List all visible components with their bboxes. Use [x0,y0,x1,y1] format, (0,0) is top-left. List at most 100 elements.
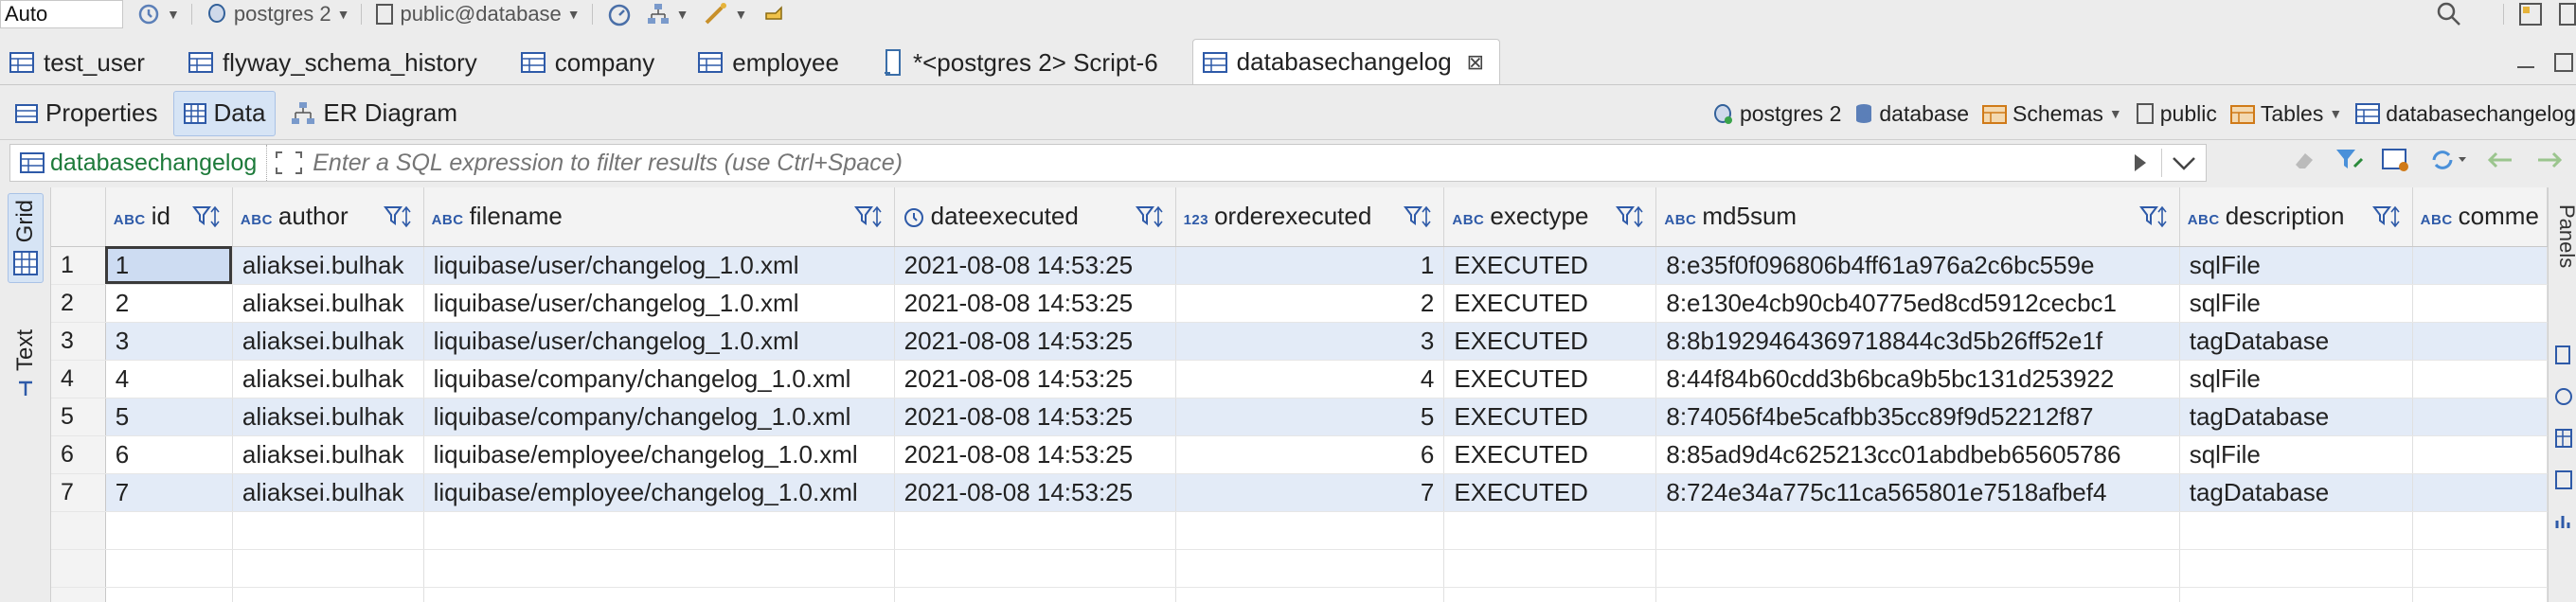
table-row[interactable]: 2 2 aliaksei.bulhak liquibase/user/chang… [51,284,2548,323]
cell-id[interactable]: 3 [105,322,233,361]
cell-author[interactable]: aliaksei.bulhak [232,322,424,361]
table-icon[interactable] [2554,469,2573,490]
tab-properties[interactable]: Properties [6,91,168,136]
minimize-icon[interactable] [2513,50,2538,75]
cell-filename[interactable]: liquibase/company/changelog_1.0.xml [423,398,895,436]
table-row[interactable]: 6 6 aliaksei.bulhak liquibase/employee/c… [51,435,2548,474]
cell-description[interactable]: tagDatabase [2179,398,2413,436]
cell-filename[interactable]: liquibase/user/changelog_1.0.xml [423,284,895,323]
filter-sort-icon[interactable] [853,204,886,229]
grid-icon[interactable] [2554,428,2573,449]
cell-md5sum[interactable]: 8:85ad9d4c625213cc01abdbeb65605786 [1655,435,2180,474]
breadcrumb-table[interactable]: databasechangelog [2355,101,2576,127]
arrow-right-icon[interactable] [2532,146,2567,174]
cell-md5sum[interactable]: 8:44f84b60cdd3b6bca9b5bc131d253922 [1655,360,2180,398]
column-header-filename[interactable]: ABC filename [423,187,895,247]
tab-grid[interactable]: Grid [8,193,44,284]
column-header-comments[interactable]: ABC comme [2412,187,2548,247]
cell-author[interactable]: aliaksei.bulhak [232,435,424,474]
cell-filename[interactable]: liquibase/company/changelog_1.0.xml [423,360,895,398]
filter-sort-icon[interactable] [1135,204,1168,229]
tab-company[interactable]: company [511,41,671,84]
cell-md5sum[interactable]: 8:e130e4cb90cb40775ed8cd5912cecbc1 [1655,284,2180,323]
cell-id[interactable]: 2 [105,284,233,323]
breadcrumb-connection[interactable]: postgres 2 [1711,101,1841,127]
tab-employee[interactable]: employee [689,41,854,84]
tab-test-user[interactable]: test_user [0,41,160,84]
cell-comments[interactable] [2412,435,2548,474]
cell-md5sum[interactable]: 8:74056f4be5cafbb35cc89f9d52212f87 [1655,398,2180,436]
cell-orderexecuted[interactable]: 1 [1175,246,1445,285]
cell-author[interactable]: aliaksei.bulhak [232,360,424,398]
panels-label[interactable]: Panels [2554,204,2576,268]
cell-dateexecuted[interactable]: 2021-08-08 14:53:25 [894,284,1176,323]
cell-description[interactable]: sqlFile [2179,360,2413,398]
cell-filename[interactable]: liquibase/employee/changelog_1.0.xml [423,435,895,474]
cell-filename[interactable]: liquibase/user/changelog_1.0.xml [423,246,895,285]
cell-comments[interactable] [2412,284,2548,323]
cell-comments[interactable] [2412,246,2548,285]
cell-exectype[interactable]: EXECUTED [1443,435,1657,474]
tab-er-diagram[interactable]: ER Diagram [281,91,467,136]
cell-description[interactable]: sqlFile [2179,435,2413,474]
cell-description[interactable]: sqlFile [2179,284,2413,323]
filter-sort-icon[interactable] [383,204,416,229]
cell-description[interactable]: sqlFile [2179,246,2413,285]
table-row[interactable]: 7 7 aliaksei.bulhak liquibase/employee/c… [51,473,2548,512]
cell-exectype[interactable]: EXECUTED [1443,284,1657,323]
filter-input[interactable] [305,145,2129,181]
filter-config-icon[interactable] [2334,146,2366,174]
tab-flyway-schema-history[interactable]: flyway_schema_history [179,41,492,84]
cell-exectype[interactable]: EXECUTED [1443,360,1657,398]
column-header-dateexecuted[interactable]: dateexecuted [894,187,1176,247]
cell-id[interactable]: 7 [105,473,233,512]
cell-description[interactable]: tagDatabase [2179,322,2413,361]
arrow-left-icon[interactable] [2483,146,2517,174]
filter-sort-icon[interactable] [2371,204,2405,229]
cell-comments[interactable] [2412,322,2548,361]
cell-orderexecuted[interactable]: 2 [1175,284,1445,323]
transaction-mode-select[interactable]: Auto [0,0,123,28]
cell-dateexecuted[interactable]: 2021-08-08 14:53:25 [894,322,1176,361]
active-connection-select[interactable]: postgres 2 ▼ [206,2,349,27]
cell-id[interactable]: 6 [105,435,233,474]
cell-dateexecuted[interactable]: 2021-08-08 14:53:25 [894,246,1176,285]
cell-dateexecuted[interactable]: 2021-08-08 14:53:25 [894,398,1176,436]
transaction-log-button[interactable]: ▼ [646,2,689,27]
column-header-description[interactable]: ABC description [2179,187,2413,247]
cell-exectype[interactable]: EXECUTED [1443,322,1657,361]
cell-filename[interactable]: liquibase/user/changelog_1.0.xml [423,322,895,361]
cell-author[interactable]: aliaksei.bulhak [232,246,424,285]
filter-sort-icon[interactable] [1616,204,1648,229]
database-perspective-icon[interactable] [2557,1,2576,27]
table-row[interactable]: 3 3 aliaksei.bulhak liquibase/user/chang… [51,322,2548,361]
row-number[interactable]: 6 [51,435,106,474]
tab-data[interactable]: Data [172,90,277,136]
table-row[interactable]: 4 4 aliaksei.bulhak liquibase/company/ch… [51,360,2548,398]
column-header-orderexecuted[interactable]: 123 orderexecuted [1175,187,1445,247]
pointer-button[interactable] [760,2,787,27]
chevron-down-icon[interactable] [2168,151,2200,174]
cell-exectype[interactable]: EXECUTED [1443,473,1657,512]
row-number[interactable]: 7 [51,473,106,512]
history-button[interactable]: ▼ [136,2,180,27]
tools-button[interactable]: ▼ [703,2,747,27]
info-icon[interactable] [2554,386,2573,407]
close-icon[interactable]: ⊠ [1467,50,1484,75]
cell-orderexecuted[interactable]: 7 [1175,473,1445,512]
cell-exectype[interactable]: EXECUTED [1443,398,1657,436]
row-number[interactable]: 1 [51,246,106,285]
dashboard-button[interactable] [606,2,633,27]
execute-filter-icon[interactable] [2129,151,2152,174]
cell-id[interactable]: 5 [105,398,233,436]
active-schema-select[interactable]: public@database ▼ [375,2,581,27]
perspective-icon[interactable] [2517,1,2544,27]
cell-dateexecuted[interactable]: 2021-08-08 14:53:25 [894,473,1176,512]
table-row[interactable]: 5 5 aliaksei.bulhak liquibase/company/ch… [51,398,2548,436]
filter-sort-icon[interactable] [2138,204,2172,229]
search-icon[interactable] [2435,0,2463,28]
cell-author[interactable]: aliaksei.bulhak [232,473,424,512]
cell-author[interactable]: aliaksei.bulhak [232,284,424,323]
cell-md5sum[interactable]: 8:e35f0f096806b4ff61a976a2c6bc559e [1655,246,2180,285]
cell-id[interactable]: 1 [105,246,233,285]
